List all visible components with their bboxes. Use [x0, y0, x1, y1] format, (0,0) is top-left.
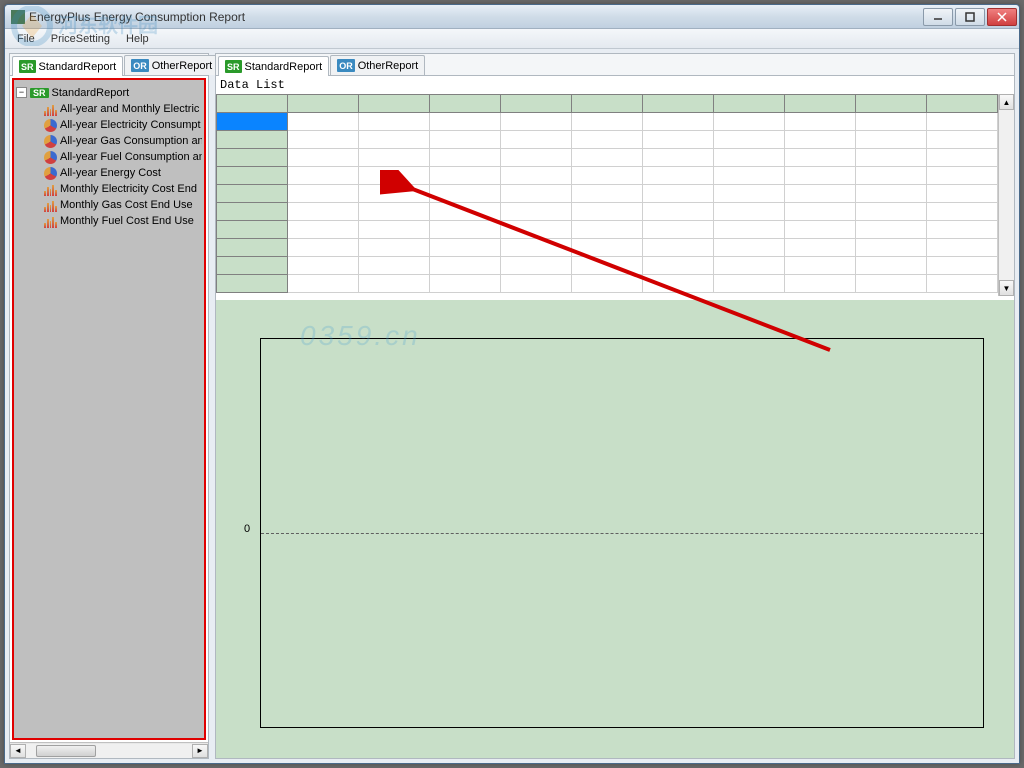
chart-area: 0 — [216, 300, 1014, 758]
minimize-button[interactable] — [923, 8, 953, 26]
window-title: EnergyPlus Energy Consumption Report — [29, 10, 923, 24]
right-tab-standard-label: StandardReport — [245, 61, 323, 73]
tree-item-label: Monthly Fuel Cost End Use — [60, 215, 194, 227]
app-window: EnergyPlus Energy Consumption Report Fil… — [4, 4, 1020, 764]
tree-item[interactable]: All-year and Monthly Electric — [44, 101, 202, 117]
data-grid-container: ▲ ▼ — [216, 94, 1014, 296]
chart-plot-box — [260, 338, 984, 728]
scroll-up-button[interactable]: ▲ — [999, 94, 1014, 110]
left-tab-other-label: OtherReport — [152, 60, 213, 72]
or-badge-icon: OR — [131, 59, 149, 72]
tree-root-label: StandardReport — [52, 87, 130, 99]
tree-item-label: All-year and Monthly Electric — [60, 103, 199, 115]
menu-help[interactable]: Help — [118, 31, 157, 47]
tree-collapse-icon[interactable]: − — [16, 87, 27, 98]
data-grid[interactable] — [216, 94, 998, 293]
tree-item[interactable]: All-year Electricity Consumpt — [44, 117, 202, 133]
menu-file[interactable]: File — [9, 31, 43, 47]
left-tab-standard[interactable]: SR StandardReport — [12, 56, 123, 76]
content-area: SR StandardReport OR OtherReport − SR St… — [5, 49, 1019, 763]
scroll-thumb[interactable] — [36, 745, 96, 757]
chart-zero-gridline — [261, 533, 983, 534]
tree-item-label: Monthly Electricity Cost End — [60, 183, 197, 195]
left-tab-other[interactable]: OR OtherReport — [124, 55, 219, 75]
scroll-left-button[interactable]: ◄ — [10, 744, 26, 758]
scroll-right-button[interactable]: ► — [192, 744, 208, 758]
or-badge-icon: OR — [337, 59, 355, 72]
tree-item-label: All-year Energy Cost — [60, 167, 161, 179]
left-panel: SR StandardReport OR OtherReport − SR St… — [9, 53, 209, 759]
maximize-button[interactable] — [955, 8, 985, 26]
sr-badge-icon: SR — [19, 60, 36, 73]
tree-item-label: Monthly Gas Cost End Use — [60, 199, 193, 211]
tree-item[interactable]: All-year Gas Consumption an — [44, 133, 202, 149]
sr-badge-icon: SR — [30, 88, 49, 98]
scroll-track[interactable] — [26, 744, 192, 758]
pie-chart-icon — [44, 151, 57, 164]
bar-chart-icon — [44, 183, 57, 196]
app-icon — [11, 10, 25, 24]
sr-badge-icon: SR — [225, 60, 242, 73]
titlebar: EnergyPlus Energy Consumption Report — [5, 5, 1019, 29]
right-tab-other[interactable]: OR OtherReport — [330, 55, 425, 75]
tree-root[interactable]: − SR StandardReport — [16, 84, 202, 101]
pie-chart-icon — [44, 119, 57, 132]
bar-chart-icon — [44, 215, 57, 228]
tree-item[interactable]: All-year Energy Cost — [44, 165, 202, 181]
tree-item-label: All-year Electricity Consumpt — [60, 119, 201, 131]
tree-item-label: All-year Gas Consumption an — [60, 135, 202, 147]
pie-chart-icon — [44, 167, 57, 180]
data-list-header: Data List — [216, 76, 1014, 94]
tree-item[interactable]: Monthly Fuel Cost End Use — [44, 213, 202, 229]
menubar: File PriceSetting Help — [5, 29, 1019, 49]
grid-vscrollbar[interactable]: ▲ ▼ — [998, 94, 1014, 296]
right-tabs: SR StandardReport OR OtherReport — [216, 54, 1014, 76]
right-tab-standard[interactable]: SR StandardReport — [218, 56, 329, 76]
left-tabs: SR StandardReport OR OtherReport — [10, 54, 208, 76]
menu-pricesetting[interactable]: PriceSetting — [43, 31, 118, 47]
right-tab-other-label: OtherReport — [358, 60, 419, 72]
right-panel: SR StandardReport OR OtherReport Data Li… — [215, 53, 1015, 759]
bar-chart-icon — [44, 199, 57, 212]
chart-y-tick-zero: 0 — [244, 523, 250, 535]
pie-chart-icon — [44, 135, 57, 148]
left-tab-standard-label: StandardReport — [39, 61, 117, 73]
bar-chart-icon — [44, 103, 57, 116]
tree-item[interactable]: All-year Fuel Consumption an — [44, 149, 202, 165]
scroll-down-button[interactable]: ▼ — [999, 280, 1014, 296]
tree-item[interactable]: Monthly Electricity Cost End — [44, 181, 202, 197]
tree-item-label: All-year Fuel Consumption an — [60, 151, 202, 163]
tree-item[interactable]: Monthly Gas Cost End Use — [44, 197, 202, 213]
left-hscrollbar[interactable]: ◄ ► — [10, 742, 208, 758]
close-button[interactable] — [987, 8, 1017, 26]
report-tree[interactable]: − SR StandardReport All-year and Monthly… — [12, 78, 206, 740]
